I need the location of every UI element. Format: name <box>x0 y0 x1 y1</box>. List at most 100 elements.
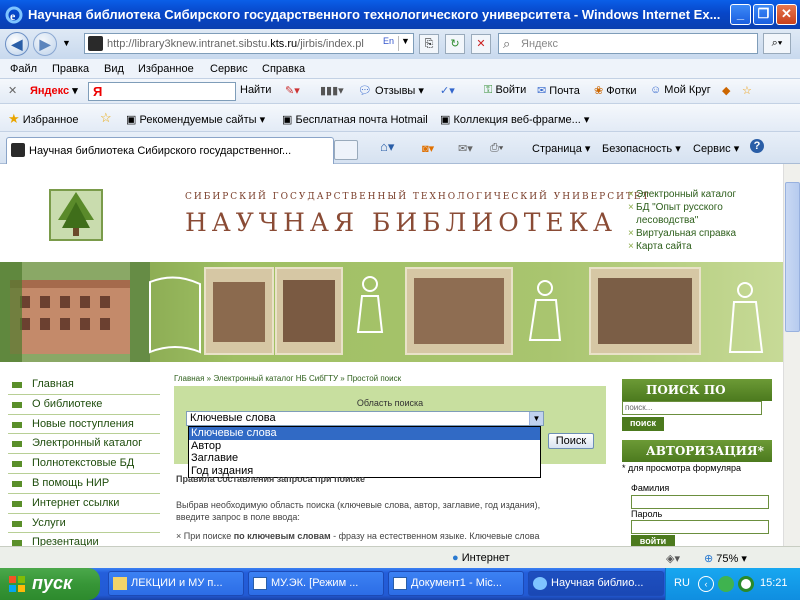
zone-indicator: ● Интернет <box>452 552 510 564</box>
tray-app-icon[interactable] <box>718 576 734 592</box>
history-dropdown-icon[interactable]: ▼ <box>62 38 71 48</box>
star-icon[interactable]: ☆ <box>742 84 752 97</box>
menu-tools[interactable]: Сервис <box>210 63 248 75</box>
safety-menu[interactable]: Безопасность ▾ <box>602 142 681 155</box>
spellcheck-icon[interactable]: ✓▾ <box>440 84 455 97</box>
menu-file[interactable]: Файл <box>10 63 37 75</box>
search-area-select[interactable]: Ключевые слова ▼ <box>186 411 544 426</box>
new-tab-button[interactable] <box>334 140 358 160</box>
window-title-bar[interactable]: e Научная библиотека Сибирского государс… <box>0 0 800 29</box>
add-favorite-icon[interactable]: ☆ <box>100 110 112 126</box>
taskbar-button-folder[interactable]: ЛЕКЦИИ и МУ п... <box>108 571 244 596</box>
highlighter-icon[interactable]: ✎▾ <box>285 84 300 97</box>
yandex-find-button[interactable]: Найти <box>240 84 271 96</box>
scrollbar-thumb[interactable] <box>785 182 800 332</box>
hotmail-link[interactable]: ▣ Бесплатная почта Hotmail <box>282 113 428 126</box>
photos-button[interactable]: ❀ Фотки <box>594 84 637 97</box>
recommended-sites-link[interactable]: ▣ Рекомендуемые сайты ▾ <box>126 113 265 126</box>
favorites-bar: ★ Избранное ☆ ▣ Рекомендуемые сайты ▾ ▣ … <box>0 104 800 132</box>
tray-expand-icon[interactable]: ‹ <box>698 576 714 592</box>
clock[interactable]: 15:21 <box>760 577 788 589</box>
search-placeholder: Яндекс <box>521 38 558 50</box>
start-button[interactable]: пуск <box>0 568 100 600</box>
login-submit-button[interactable]: войти <box>631 535 675 546</box>
surname-input[interactable] <box>631 495 769 509</box>
yandex-search-input[interactable]: Я <box>88 82 236 101</box>
nav-fulltext-db[interactable]: Полнотекстовые БД <box>8 454 160 474</box>
top-links: Электронный каталог БД "Опыт русского ле… <box>628 188 778 253</box>
nav-home[interactable]: Главная <box>8 375 160 395</box>
home-icon[interactable]: ⌂▾ <box>380 139 394 155</box>
top-link-sitemap[interactable]: Карта сайта <box>628 240 778 253</box>
nav-ecatalog[interactable]: Электронный каталог <box>8 434 160 455</box>
close-button[interactable]: ✕ <box>776 4 797 25</box>
reviews-button[interactable]: 💬︎ Отзывы ▾ <box>358 84 424 97</box>
back-button[interactable]: ◀ <box>5 32 29 56</box>
signal-icon[interactable]: ▮▮▮▾ <box>320 84 344 97</box>
menu-view[interactable]: Вид <box>104 63 124 75</box>
menu-favorites[interactable]: Избранное <box>138 63 194 75</box>
option-keywords[interactable]: Ключевые слова <box>189 427 540 440</box>
mail-button[interactable]: ✉ Почта <box>537 84 580 97</box>
rss-icon[interactable]: ⎘ <box>419 34 439 54</box>
help-icon[interactable]: ? <box>750 139 764 153</box>
top-link-virtual-reference[interactable]: Виртуальная справка <box>628 227 778 240</box>
menu-help[interactable]: Справка <box>262 63 305 75</box>
tray-status-icon[interactable] <box>738 576 754 592</box>
favorites-button[interactable]: ★ Избранное <box>8 111 78 127</box>
tab-library[interactable]: Научная библиотека Сибирского государств… <box>6 137 334 164</box>
nav-about[interactable]: О библиотеке <box>8 395 160 415</box>
nav-services[interactable]: Услуги <box>8 514 160 534</box>
library-logo[interactable] <box>46 184 106 246</box>
money-icon[interactable]: ◆ <box>722 84 730 97</box>
password-input[interactable] <box>631 520 769 534</box>
minimize-button[interactable]: _ <box>730 4 751 25</box>
feeds-icon[interactable]: ◙▾ <box>422 142 434 155</box>
restore-button[interactable]: ❐ <box>753 4 774 25</box>
search-button[interactable]: Поиск <box>548 433 594 449</box>
read-mail-icon[interactable]: ✉▾ <box>458 142 473 155</box>
zoom-control[interactable]: ⊕ 75% ▾ <box>704 552 747 565</box>
breadcrumb[interactable]: Главная » Электронный каталог НБ СибГТУ … <box>174 374 401 383</box>
toolbar-close-icon[interactable]: ✕ <box>8 84 17 97</box>
top-link-forestry-db[interactable]: БД "Опыт русского лесоводства" <box>628 201 778 227</box>
password-label: Пароль <box>631 509 663 519</box>
taskbar-button-ie[interactable]: Научная библио... <box>528 571 664 596</box>
word-icon <box>253 577 267 590</box>
option-title[interactable]: Заглавие <box>189 452 540 465</box>
refresh-icon[interactable]: ↻ <box>445 34 465 54</box>
vertical-scrollbar[interactable] <box>783 164 800 546</box>
protected-mode-icon[interactable]: ◈▾ <box>666 552 680 565</box>
nav-new-arrivals[interactable]: Новые поступления <box>8 415 160 435</box>
my-circle-button[interactable]: ☺ Мой Круг <box>650 84 711 96</box>
webslice-gallery-link[interactable]: ▣ Коллекция веб-фрагме... ▾ <box>440 113 589 126</box>
page-viewport: СИБИРСКИЙ ГОСУДАРСТВЕННЫЙ ТЕХНОЛОГИЧЕСКИ… <box>0 164 783 546</box>
search-input[interactable]: ⌕ Яндекс <box>498 33 758 54</box>
chevron-down-icon[interactable]: ▼ <box>529 412 543 425</box>
site-search-button[interactable]: поиск <box>622 417 664 431</box>
tools-menu[interactable]: Сервис ▾ <box>693 142 739 155</box>
menu-edit[interactable]: Правка <box>52 63 89 75</box>
language-indicator[interactable]: RU <box>674 577 690 589</box>
page-menu[interactable]: Страница ▾ <box>532 142 590 155</box>
print-icon[interactable]: ⎙▾ <box>490 142 503 155</box>
university-name: СИБИРСКИЙ ГОСУДАРСТВЕННЫЙ ТЕХНОЛОГИЧЕСКИ… <box>185 192 651 202</box>
search-go-button[interactable]: ⌕▾ <box>763 33 791 54</box>
mail-icon: ✉ <box>537 85 547 97</box>
nav-presentations[interactable]: Презентации <box>8 533 160 546</box>
taskbar-button-word-1[interactable]: МУ.ЭК. [Режим ... <box>248 571 384 596</box>
stop-icon[interactable]: ✕ <box>471 34 491 54</box>
yandex-brand[interactable]: Яндекс ▾ <box>30 84 78 97</box>
compat-view-icon[interactable]: En <box>383 36 395 50</box>
top-link-ecatalog[interactable]: Электронный каталог <box>628 188 778 201</box>
nav-research-help[interactable]: В помощь НИР <box>8 474 160 494</box>
address-input[interactable]: http://library3knew.intranet.sibstu.kts.… <box>84 33 414 54</box>
nav-internet-links[interactable]: Интернет ссылки <box>8 494 160 514</box>
site-search-input[interactable]: поиск... <box>622 401 762 415</box>
address-dropdown-icon[interactable]: ▼ <box>398 36 412 51</box>
login-button[interactable]: ⚿ Войти <box>484 84 526 97</box>
taskbar-button-word-2[interactable]: Документ1 - Mic... <box>388 571 524 596</box>
forward-button[interactable]: ▶ <box>33 32 57 56</box>
ie-icon <box>533 577 547 590</box>
option-author[interactable]: Автор <box>189 440 540 453</box>
